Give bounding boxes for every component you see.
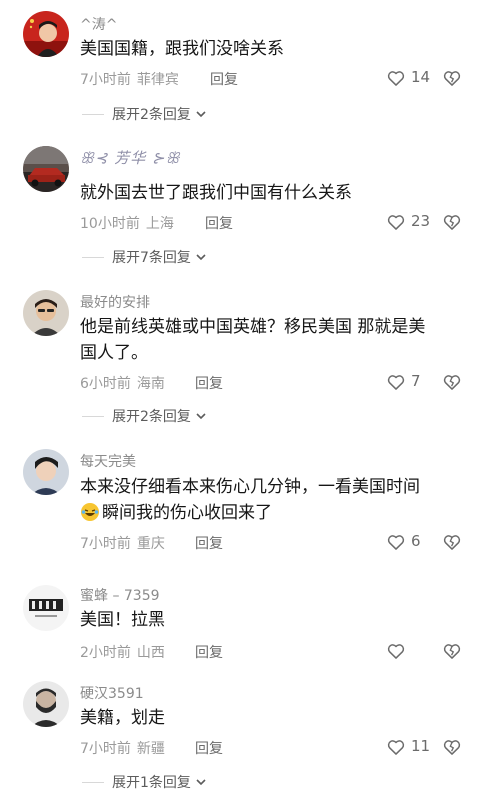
expand-replies-button[interactable]: 展开2条回复 (82, 406, 208, 426)
like-button[interactable]: 6 (386, 532, 434, 552)
like-count: 7 (411, 372, 421, 390)
like-count: 6 (411, 532, 421, 550)
location: 重庆 (136, 536, 165, 552)
broken-heart-icon[interactable] (442, 212, 462, 232)
chevron-down-icon (196, 111, 206, 118)
fancy-decoration: ꕥ⊰ (80, 149, 115, 167)
avatar[interactable] (23, 290, 69, 336)
comment-text: 美国国籍，跟我们没啥关系 (80, 36, 470, 62)
divider-line (82, 415, 104, 417)
expand-label: 展开1条回复 (112, 775, 191, 791)
fancy-decoration: ⊱ꕥ (146, 149, 181, 167)
username[interactable]: ^涛^ (80, 14, 117, 34)
comment-text: 美国！拉黑 (80, 607, 470, 633)
reply-button[interactable]: 回复 (195, 642, 223, 662)
broken-heart-icon[interactable] (442, 737, 462, 757)
like-button[interactable] (386, 641, 434, 661)
comment-text-line: 他是前线英雄或中国英雄？移民美国 那就是美 (80, 317, 426, 337)
chevron-down-icon (196, 779, 206, 786)
like-button[interactable]: 23 (386, 212, 434, 232)
expand-label: 展开7条回复 (112, 250, 191, 266)
like-count: 23 (411, 212, 431, 230)
reply-button[interactable]: 回复 (210, 69, 238, 89)
broken-heart-icon[interactable] (442, 372, 462, 392)
comment-text-line: 本来没仔细看本来伤心几分钟，一看美国时间 (80, 477, 420, 497)
comment-text: 他是前线英雄或中国英雄？移民美国 那就是美 国人了。 (80, 314, 470, 366)
expand-label: 展开2条回复 (112, 409, 191, 425)
expand-replies-button[interactable]: 展开2条回复 (82, 104, 208, 124)
location: 新疆 (136, 741, 165, 757)
comment-text-line: 就外国去世了跟我们中国有什么关系 (80, 183, 352, 203)
comment-meta: 2小时前 山西 (80, 642, 165, 662)
expand-label: 展开2条回复 (112, 107, 191, 123)
reply-button[interactable]: 回复 (195, 533, 223, 553)
timestamp: 2小时前 (80, 645, 131, 661)
laughing-crying-emoji-icon (81, 503, 99, 521)
timestamp: 7小时前 (80, 536, 131, 552)
username[interactable]: 蜜蜂 – 7359 (80, 585, 160, 605)
location: 上海 (145, 216, 174, 232)
divider-line (82, 256, 104, 258)
like-button[interactable]: 11 (386, 737, 434, 757)
reply-button[interactable]: 回复 (195, 738, 223, 758)
username[interactable]: 最好的安排 (80, 292, 150, 312)
chevron-down-icon (196, 254, 206, 261)
location: 山西 (136, 645, 165, 661)
timestamp: 7小时前 (80, 72, 131, 88)
expand-replies-button[interactable]: 展开1条回复 (82, 772, 208, 792)
heart-outline-icon (387, 535, 405, 550)
comment-text-line: 美籍，划走 (80, 708, 165, 728)
comment-meta: 7小时前 重庆 (80, 533, 165, 553)
comment-text-line: 国人了。 (80, 343, 148, 363)
divider-line (82, 781, 104, 783)
reply-button[interactable]: 回复 (195, 373, 223, 393)
location: 菲律宾 (136, 72, 179, 88)
broken-heart-icon[interactable] (442, 68, 462, 88)
timestamp: 7小时前 (80, 741, 131, 757)
avatar[interactable] (23, 11, 69, 57)
avatar[interactable] (23, 681, 69, 727)
heart-outline-icon (387, 644, 405, 659)
heart-outline-icon (387, 375, 405, 390)
comment-text-line: 瞬间我的伤心收回来了 (80, 500, 470, 526)
chevron-down-icon (196, 413, 206, 420)
avatar[interactable] (23, 146, 69, 192)
like-count: 14 (411, 68, 431, 86)
reply-button[interactable]: 回复 (205, 213, 233, 233)
comment-text: 本来没仔细看本来伤心几分钟，一看美国时间 瞬间我的伤心收回来了 (80, 474, 470, 526)
avatar[interactable] (23, 585, 69, 631)
broken-heart-icon[interactable] (442, 532, 462, 552)
like-button[interactable]: 14 (386, 68, 434, 88)
avatar[interactable] (23, 449, 69, 495)
heart-outline-icon (387, 215, 405, 230)
comment-text: 美籍，划走 (80, 705, 470, 731)
comment-text: 就外国去世了跟我们中国有什么关系 (80, 180, 470, 206)
comment-meta: 7小时前 新疆 (80, 738, 165, 758)
comment-meta: 10小时前 上海 (80, 213, 174, 233)
username[interactable]: 硬汉3591 (80, 683, 144, 703)
username[interactable]: ꕥ⊰ 芳华 ⊱ꕥ (80, 147, 181, 168)
expand-replies-button[interactable]: 展开7条回复 (82, 247, 208, 267)
username[interactable]: 每天完美 (80, 451, 136, 471)
heart-outline-icon (387, 740, 405, 755)
comment-text-line: 美国国籍，跟我们没啥关系 (80, 39, 284, 59)
broken-heart-icon[interactable] (442, 641, 462, 661)
username-text: 芳华 (114, 149, 147, 167)
divider-line (82, 113, 104, 115)
comment-text-line: 美国！拉黑 (80, 610, 165, 630)
comment-meta: 6小时前 海南 (80, 373, 165, 393)
like-count: 11 (411, 737, 431, 755)
timestamp: 6小时前 (80, 376, 131, 392)
timestamp: 10小时前 (80, 216, 140, 232)
location: 海南 (136, 376, 165, 392)
like-button[interactable]: 7 (386, 372, 434, 392)
comment-text-span: 瞬间我的伤心收回来了 (102, 503, 272, 523)
comment-meta: 7小时前 菲律宾 (80, 69, 179, 89)
heart-outline-icon (387, 71, 405, 86)
